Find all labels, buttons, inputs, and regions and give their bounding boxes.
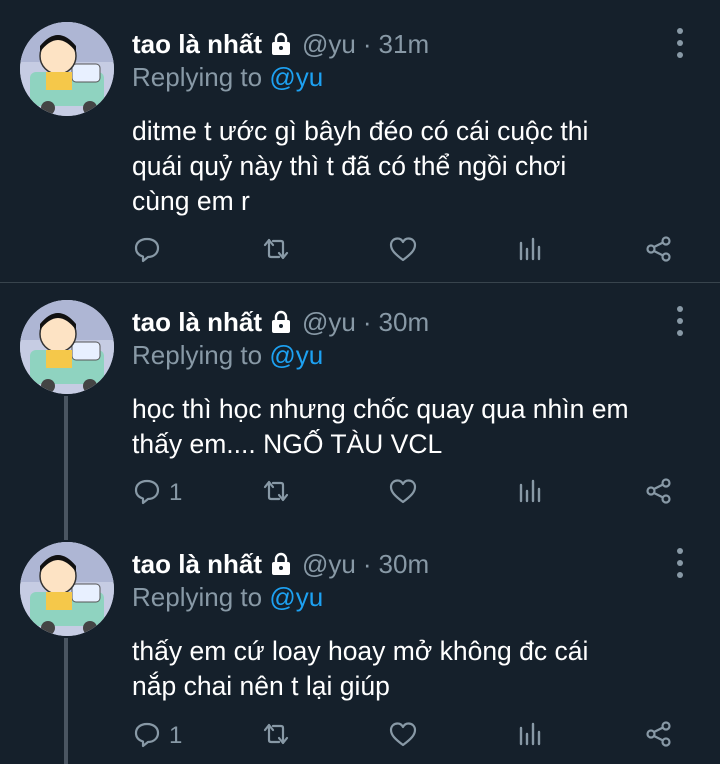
analytics-button[interactable]: [518, 231, 544, 271]
action-bar: [0, 231, 720, 271]
tweet-text-line: quái quỷ này thì t đã có thể ngồi chơi: [132, 151, 567, 181]
retweet-button[interactable]: [260, 716, 292, 756]
replying-to: Replying to @yu: [132, 62, 323, 93]
tweet-header: tao là nhất @yu · 31m: [132, 24, 429, 64]
share-icon: [644, 720, 674, 753]
like-icon: [388, 235, 418, 268]
like-button[interactable]: [388, 473, 418, 513]
reply-button[interactable]: 1: [133, 716, 182, 756]
timestamp[interactable]: 30m: [379, 307, 430, 338]
reply-icon: [133, 477, 161, 510]
username[interactable]: @yu: [302, 307, 356, 338]
like-icon: [388, 477, 418, 510]
display-name[interactable]: tao là nhất: [132, 549, 262, 580]
retweet-icon: [260, 720, 292, 753]
tweet-text-line: thấy em.... NGỐ TÀU VCL: [132, 429, 443, 459]
replying-to-link[interactable]: @yu: [269, 340, 323, 370]
reply-button[interactable]: [133, 231, 169, 271]
separator-dot: ·: [362, 548, 372, 579]
more-options-icon[interactable]: [670, 548, 690, 578]
timestamp[interactable]: 31m: [379, 29, 430, 60]
more-options-icon[interactable]: [670, 28, 690, 58]
replying-prefix: Replying to: [132, 340, 263, 370]
timeline: tao là nhất @yu · 31m Replying to @yu di…: [0, 0, 720, 764]
timestamp[interactable]: 30m: [379, 549, 430, 580]
share-button[interactable]: [644, 716, 674, 756]
tweet-text: thấy em cứ loay hoay mở không đc cái nắp…: [132, 634, 692, 704]
share-button[interactable]: [644, 231, 674, 271]
reply-count: 1: [169, 722, 183, 749]
analytics-button[interactable]: [518, 473, 544, 513]
retweet-icon: [260, 477, 292, 510]
replying-to: Replying to @yu: [132, 582, 323, 613]
tweet-text-line: thấy em cứ loay hoay mở không đc cái: [132, 636, 589, 666]
retweet-button[interactable]: [260, 231, 292, 271]
reply-count: 1: [169, 479, 183, 506]
more-options-icon[interactable]: [670, 306, 690, 336]
action-bar: 1: [0, 473, 720, 513]
username[interactable]: @yu: [302, 29, 356, 60]
reply-icon: [133, 720, 161, 753]
replying-to-link[interactable]: @yu: [269, 62, 323, 92]
like-button[interactable]: [388, 716, 418, 756]
lock-icon: [268, 309, 294, 335]
analytics-icon: [518, 477, 544, 510]
avatar[interactable]: [20, 300, 114, 394]
replying-prefix: Replying to: [132, 62, 263, 92]
username[interactable]: @yu: [302, 549, 356, 580]
tweet-header: tao là nhất @yu · 30m: [132, 302, 429, 342]
lock-icon: [268, 551, 294, 577]
tweet[interactable]: tao là nhất @yu · 30m Replying to @yu họ…: [0, 300, 720, 542]
replying-to-link[interactable]: @yu: [269, 582, 323, 612]
divider: [0, 282, 720, 283]
analytics-icon: [518, 720, 544, 753]
replying-to: Replying to @yu: [132, 340, 323, 371]
tweet-text: học thì học nhưng chốc quay qua nhìn em …: [132, 392, 692, 462]
tweet[interactable]: tao là nhất @yu · 30m Replying to @yu th…: [0, 542, 720, 764]
reply-button[interactable]: 1: [133, 473, 182, 513]
action-bar: 1: [0, 716, 720, 756]
display-name[interactable]: tao là nhất: [132, 29, 262, 60]
retweet-button[interactable]: [260, 473, 292, 513]
tweet-text-line: nắp chai nên t lại giúp: [132, 671, 390, 701]
separator-dot: ·: [362, 306, 372, 337]
tweet-header: tao là nhất @yu · 30m: [132, 544, 429, 584]
tweet-text-line: học thì học nhưng chốc quay qua nhìn em: [132, 394, 629, 424]
display-name[interactable]: tao là nhất: [132, 307, 262, 338]
analytics-icon: [518, 235, 544, 268]
share-button[interactable]: [644, 473, 674, 513]
avatar[interactable]: [20, 542, 114, 636]
like-button[interactable]: [388, 231, 418, 271]
like-icon: [388, 720, 418, 753]
retweet-icon: [260, 235, 292, 268]
tweet-text-line: ditme t ước gì bâyh đéo có cái cuộc thi: [132, 116, 589, 146]
analytics-button[interactable]: [518, 716, 544, 756]
tweet-text: ditme t ước gì bâyh đéo có cái cuộc thi …: [132, 114, 692, 219]
separator-dot: ·: [362, 28, 372, 59]
avatar[interactable]: [20, 22, 114, 116]
reply-icon: [133, 235, 161, 268]
tweet-text-line: cùng em r: [132, 186, 250, 216]
tweet[interactable]: tao là nhất @yu · 31m Replying to @yu di…: [0, 22, 720, 282]
share-icon: [644, 235, 674, 268]
lock-icon: [268, 31, 294, 57]
replying-prefix: Replying to: [132, 582, 263, 612]
share-icon: [644, 477, 674, 510]
